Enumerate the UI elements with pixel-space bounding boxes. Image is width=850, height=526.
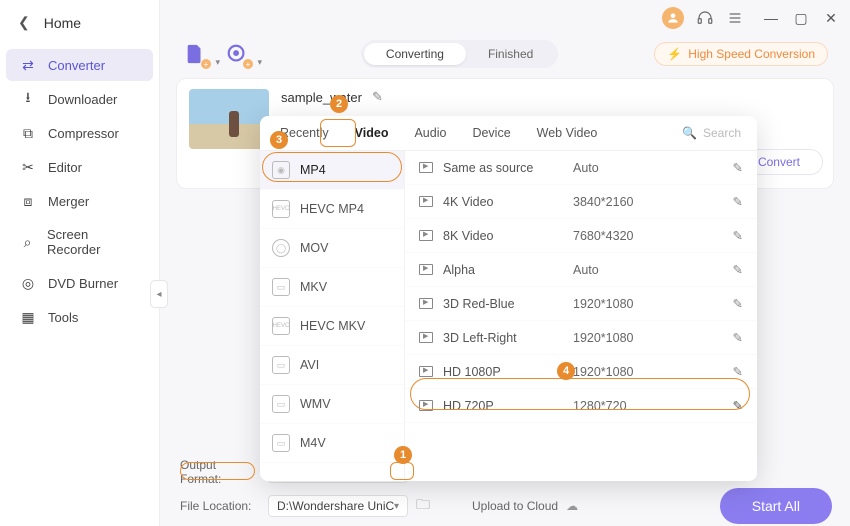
sidebar-item-dvd-burner[interactable]: ◎DVD Burner [6,267,153,299]
res-3d-left-right[interactable]: 3D Left-Right1920*1080✎ [405,321,757,355]
res-hd-720p[interactable]: HD 720P1280*720✎ [405,389,757,423]
search-icon: 🔍 [682,126,697,140]
sidebar-item-compressor[interactable]: ⧉Compressor [6,117,153,149]
video-icon [419,366,433,377]
sidebar-item-tools[interactable]: ▦Tools [6,301,153,333]
edit-icon[interactable]: ✎ [733,398,743,413]
menu-icon[interactable] [726,9,744,27]
edit-name-icon[interactable]: ✎ [372,89,383,105]
compress-icon: ⧉ [20,125,36,141]
merge-icon: ⧈ [20,193,36,209]
lens-icon: ◯ [272,239,290,257]
dd-tab-audio[interactable]: Audio [404,116,456,150]
disc-small-icon: ◉ [272,161,290,179]
maximize-icon[interactable]: ▢ [792,9,810,27]
sidebar-item-converter[interactable]: ⇄Converter [6,49,153,81]
format-wmv[interactable]: ▭WMV [260,385,404,424]
scissors-icon: ✂ [20,159,36,175]
dd-tab-device[interactable]: Device [462,116,520,150]
sidebar-item-editor[interactable]: ✂Editor [6,151,153,183]
edit-icon[interactable]: ✎ [733,262,743,277]
headset-icon[interactable] [696,9,714,27]
video-icon [419,230,433,241]
res-3d-red-blue[interactable]: 3D Red-Blue1920*1080✎ [405,287,757,321]
close-icon[interactable]: ✕ [822,9,840,27]
res-8k[interactable]: 8K Video7680*4320✎ [405,219,757,253]
edit-icon[interactable]: ✎ [733,296,743,311]
film-icon: ▭ [272,278,290,296]
sidebar-item-merger[interactable]: ⧈Merger [6,185,153,217]
disc-icon: ◎ [20,275,36,291]
file-location-select[interactable]: D:\Wondershare UniConverter 1 ▾ [268,495,408,517]
format-hevc-mkv[interactable]: HEVCHEVC MKV [260,307,404,346]
video-icon [419,332,433,343]
home-label[interactable]: Home [44,15,81,31]
res-hd-1080p[interactable]: HD 1080P1920*1080✎ [405,355,757,389]
status-segmented-control: Converting Finished [361,40,558,68]
video-icon [419,162,433,173]
grid-icon: ▦ [20,309,36,325]
tab-finished[interactable]: Finished [466,43,555,65]
cloud-icon[interactable]: ☁ [566,499,578,513]
minimize-icon[interactable]: — [762,9,780,27]
video-icon [419,298,433,309]
sidebar-collapse-handle[interactable]: ◂ [150,280,168,308]
add-disc-button[interactable]: +▾ [224,41,250,67]
output-format-label: Output Format: [180,458,260,486]
hevc-icon: HEVC [272,200,290,218]
res-same-as-source[interactable]: Same as sourceAuto✎ [405,151,757,185]
edit-icon[interactable]: ✎ [733,330,743,345]
dd-tab-web-video[interactable]: Web Video [527,116,608,150]
video-icon [419,400,433,411]
tab-converting[interactable]: Converting [364,43,466,65]
res-alpha[interactable]: AlphaAuto✎ [405,253,757,287]
edit-icon[interactable]: ✎ [733,228,743,243]
high-speed-conversion-button[interactable]: ⚡ High Speed Conversion [654,42,828,66]
edit-icon[interactable]: ✎ [733,194,743,209]
folder-icon[interactable]: 🗀 [416,494,430,518]
add-file-button[interactable]: +▾ [182,41,208,67]
dd-tab-recently[interactable]: Recently [270,116,339,150]
start-all-button[interactable]: Start All [720,488,832,524]
file-name: sample_water [281,90,362,105]
video-icon [419,196,433,207]
res-4k[interactable]: 4K Video3840*2160✎ [405,185,757,219]
edit-icon[interactable]: ✎ [733,364,743,379]
film-icon: ▭ [272,356,290,374]
format-m4v[interactable]: ▭M4V [260,424,404,463]
video-icon [419,264,433,275]
format-mp4[interactable]: ◉MP4 [260,151,404,190]
hevc-icon: HEVC [272,317,290,335]
download-icon: ⭳ [20,91,36,107]
format-mov[interactable]: ◯MOV [260,229,404,268]
sidebar-item-screen-recorder[interactable]: ⌕Screen Recorder [6,219,153,265]
chevron-down-icon: ▾ [394,501,399,512]
search-input[interactable]: 🔍 Search [676,116,747,150]
dd-tab-video[interactable]: Video [345,116,399,150]
format-dropdown-panel: Recently Video Audio Device Web Video 🔍 … [260,116,757,481]
format-avi[interactable]: ▭AVI [260,346,404,385]
bolt-icon: ⚡ [667,47,682,61]
edit-icon[interactable]: ✎ [733,160,743,175]
film-icon: ▭ [272,434,290,452]
format-hevc-mp4[interactable]: HEVCHEVC MP4 [260,190,404,229]
record-icon: ⌕ [20,234,35,250]
sidebar-item-downloader[interactable]: ⭳Downloader [6,83,153,115]
back-icon[interactable]: ❮ [18,14,30,31]
video-thumbnail[interactable] [189,89,269,149]
swap-icon: ⇄ [20,57,36,73]
upload-cloud-label: Upload to Cloud [472,499,558,513]
account-avatar[interactable] [662,7,684,29]
film-icon: ▭ [272,395,290,413]
file-location-label: File Location: [180,499,260,513]
format-mkv[interactable]: ▭MKV [260,268,404,307]
